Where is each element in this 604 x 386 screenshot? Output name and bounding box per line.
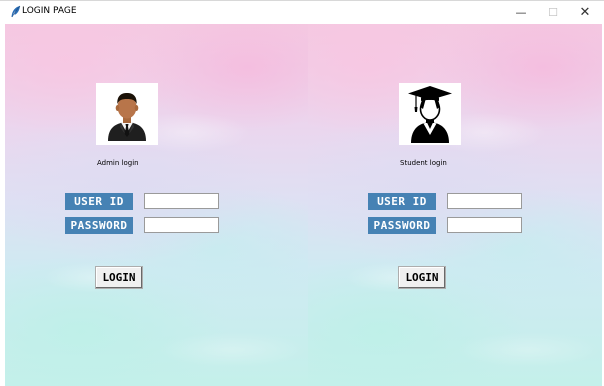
close-button[interactable]: ✕ [572,3,598,21]
admin-user-id-input[interactable] [144,193,219,209]
student-password-input[interactable] [447,217,522,233]
student-user-id-input[interactable] [447,193,522,209]
admin-login-panel: Admin login USER ID PASSWORD LOGIN [5,24,308,386]
student-login-button[interactable]: LOGIN [398,266,446,289]
admin-password-label: PASSWORD [65,217,133,234]
graduate-icon [408,86,452,143]
window-title: LOGIN PAGE [22,6,77,16]
admin-user-id-label: USER ID [65,193,133,210]
student-login-caption: Student login [400,159,447,167]
admin-login-button[interactable]: LOGIN [95,266,143,289]
student-login-panel: Student login USER ID PASSWORD LOGIN [308,24,602,386]
login-window: LOGIN PAGE — ☐ ✕ Admin login USER ID PAS… [0,0,604,386]
admin-password-input[interactable] [144,217,219,233]
title-bar[interactable]: LOGIN PAGE — ☐ ✕ [0,0,604,24]
businessman-icon [108,93,146,141]
student-password-label: PASSWORD [368,217,436,234]
student-user-id-label: USER ID [368,193,436,210]
feather-icon [11,5,21,18]
minimize-button[interactable]: — [508,3,534,21]
student-avatar [399,83,461,145]
admin-avatar [96,83,158,145]
admin-login-caption: Admin login [97,159,139,167]
maximize-button[interactable]: ☐ [540,3,566,21]
